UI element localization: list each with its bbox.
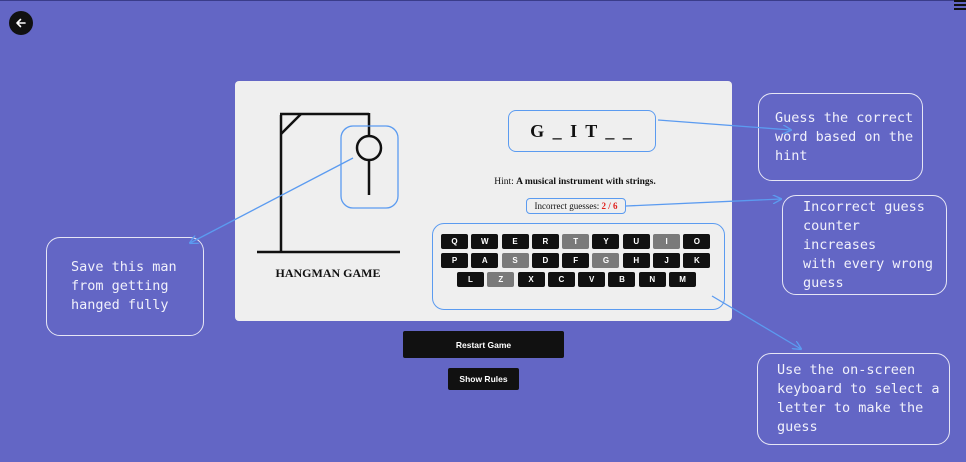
key-m[interactable]: M (669, 272, 697, 287)
key-i[interactable]: I (653, 234, 681, 249)
key-b[interactable]: B (608, 272, 636, 287)
key-s[interactable]: S (501, 253, 529, 268)
key-u[interactable]: U (622, 234, 650, 249)
key-y[interactable]: Y (592, 234, 620, 249)
key-j[interactable]: J (653, 253, 681, 268)
incorrect-guesses: Incorrect guesses: 2 / 6 (526, 198, 626, 214)
key-w[interactable]: W (471, 234, 499, 249)
key-z[interactable]: Z (487, 272, 515, 287)
on-screen-keyboard: QWERTYUIO PASDFGHJK LZXCVBNM (432, 223, 725, 310)
key-f[interactable]: F (562, 253, 590, 268)
key-t[interactable]: T (562, 234, 590, 249)
key-p[interactable]: P (441, 253, 468, 268)
keyboard-row: LZXCVBNM (457, 272, 699, 287)
key-d[interactable]: D (531, 253, 559, 268)
game-card: HANGMAN GAME G _ I T _ _ Hint: A musical… (235, 81, 732, 321)
incorrect-label: Incorrect guesses: (534, 201, 600, 211)
key-l[interactable]: L (457, 272, 484, 287)
hint-text: A musical instrument with strings. (516, 177, 656, 187)
word-display: G _ I T _ _ (508, 110, 656, 152)
key-g[interactable]: G (592, 253, 620, 268)
back-button[interactable] (9, 11, 33, 35)
key-o[interactable]: O (683, 234, 711, 249)
hint-label: Hint: (494, 177, 514, 187)
key-r[interactable]: R (531, 234, 559, 249)
hint: Hint: A musical instrument with strings. (465, 177, 685, 187)
annotation-incorrect-counter: Incorrect guess counter increases with e… (782, 195, 947, 295)
key-v[interactable]: V (578, 272, 606, 287)
keyboard-row: QWERTYUIO (441, 234, 714, 249)
top-border (0, 0, 966, 1)
key-a[interactable]: A (471, 253, 499, 268)
annotation-guess-word: Guess the correct word based on the hint (758, 93, 923, 181)
key-x[interactable]: X (517, 272, 545, 287)
key-e[interactable]: E (501, 234, 529, 249)
key-h[interactable]: H (622, 253, 650, 268)
key-k[interactable]: K (683, 253, 711, 268)
key-q[interactable]: Q (441, 234, 468, 249)
key-n[interactable]: N (638, 272, 666, 287)
annotation-save-man: Save this man from getting hanged fully (46, 237, 204, 336)
hamburger-menu-icon (954, 0, 966, 2)
annotation-keyboard: Use the on-screen keyboard to select a l… (757, 353, 950, 445)
game-title: HANGMAN GAME (275, 266, 381, 280)
keyboard-row: PASDFGHJK (441, 253, 714, 268)
key-c[interactable]: C (547, 272, 575, 287)
arrow-left-icon (16, 18, 26, 28)
gallows-drawing (257, 112, 400, 254)
show-rules-button[interactable]: Show Rules (448, 368, 519, 390)
incorrect-count: 2 / 6 (601, 201, 618, 211)
menu-button[interactable] (954, 0, 966, 10)
restart-game-button[interactable]: Restart Game (403, 331, 564, 358)
hangman-head (355, 134, 383, 162)
